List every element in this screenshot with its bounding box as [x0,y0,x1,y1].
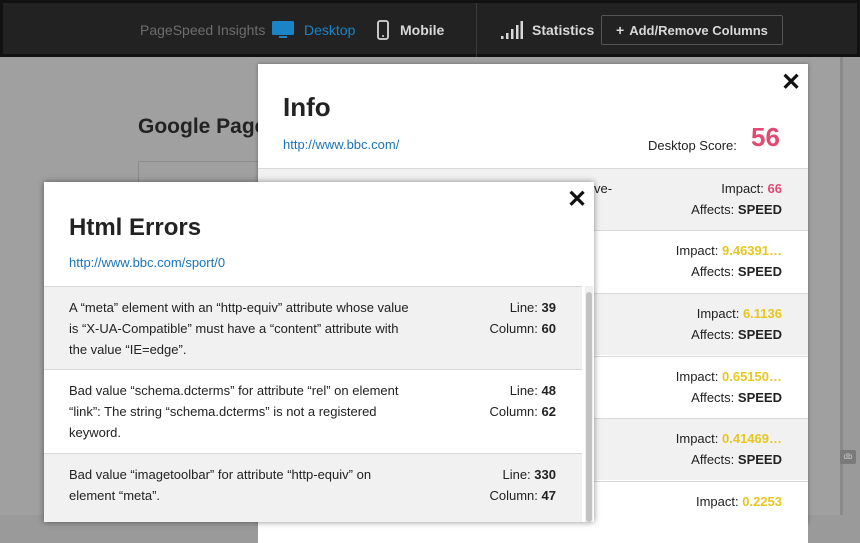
line-value: 48 [541,383,556,398]
errors-close-icon[interactable]: ✕ [567,185,587,214]
desktop-score-label: Desktop Score: [648,138,737,153]
info-title: Info [283,92,331,122]
line-info: Line: 330 [489,464,556,485]
error-location: Line: 39 Column: 60 [489,297,556,339]
desktop-tab-label: Desktop [304,22,356,38]
add-remove-columns-label: Add/Remove Columns [629,22,768,38]
error-location: Line: 330 Column: 47 [489,464,556,506]
impact-label: Impact: [695,494,739,509]
impact-label: Impact: [675,369,719,384]
statistics-button[interactable]: Statistics [501,3,594,57]
error-row: Bad value “schema.dcterms” for attribute… [44,369,582,453]
error-message: Bad value “schema.dcterms” for attribute… [69,383,399,440]
column-value: 62 [541,404,556,419]
line-value: 330 [534,467,556,482]
errors-title: Html Errors [69,214,202,241]
info-row-fragment: ve- [594,181,613,196]
background-title: Google Page [138,115,267,138]
column-label: Column: [489,321,538,336]
affects-label: Affects: [691,264,735,279]
mobile-tab-label: Mobile [400,22,445,38]
impact-value: 66 [767,181,782,196]
html-errors-modal: ✕ Html Errors http://www.bbc.com/sport/0… [44,182,594,522]
top-bar: PageSpeed Insights Desktop Mobile Statis… [0,0,860,57]
impact-value: 6.1136 [742,306,782,321]
error-row: A “meta” element with an “http-equiv” at… [44,286,582,369]
impact-value: 0.41469… [722,431,782,446]
affects-label: Affects: [691,202,735,217]
impact: Impact: 9.46391… [676,243,782,258]
affects: Affects: SPEED [691,202,782,217]
impact: Impact: 0.41469… [676,431,782,446]
impact: Impact: 0.2253 [696,494,782,509]
error-row: Bad value “imagetoolbar” for attribute “… [44,453,582,522]
column-info: Column: 47 [489,485,556,506]
impact-label: Impact: [696,306,740,321]
impact-value: 0.2253 [742,494,782,509]
impact: Impact: 66 [721,181,782,196]
affects-label: Affects: [691,390,735,405]
impact-label: Impact: [675,431,719,446]
affects-label: Affects: [691,452,735,467]
affects: Affects: SPEED [691,452,782,467]
line-label: Line: [509,300,538,315]
column-value: 47 [541,488,556,503]
impact-label: Impact: [675,243,719,258]
line-label: Line: [502,467,531,482]
mobile-tab[interactable]: Mobile [377,3,444,57]
column-value: 60 [541,321,556,336]
line-label: Line: [509,383,538,398]
add-remove-columns-button[interactable]: + Add/Remove Columns [601,15,783,45]
affects-value: SPEED [737,202,782,217]
dropbox-icon: db [840,450,856,464]
errors-url-link[interactable]: http://www.bbc.com/sport/0 [69,255,225,270]
impact-label: Impact: [721,181,764,196]
impact: Impact: 6.1136 [697,306,782,321]
impact: Impact: 0.65150… [676,369,782,384]
desktop-score-value: 56 [751,122,780,152]
impact-value: 0.65150… [722,369,782,384]
brand-label: PageSpeed Insights [140,22,266,38]
signal-bars-icon [501,21,523,39]
plus-icon: + [616,22,625,38]
affects: Affects: SPEED [691,327,782,342]
monitor-icon [272,21,294,38]
affects-label: Affects: [691,327,735,342]
errors-scrollbar[interactable] [585,286,593,522]
line-info: Line: 48 [489,380,556,401]
affects-value: SPEED [737,327,782,342]
column-label: Column: [489,404,538,419]
scrollbar-thumb[interactable] [586,292,592,522]
affects-value: SPEED [737,390,782,405]
affects-value: SPEED [737,264,782,279]
topbar-divider [476,3,477,57]
error-message: A “meta” element with an “http-equiv” at… [69,300,409,357]
statistics-label: Statistics [532,22,595,38]
affects: Affects: SPEED [691,264,782,279]
info-url-link[interactable]: http://www.bbc.com/ [283,137,399,152]
impact-value: 9.46391… [722,243,782,258]
column-label: Column: [489,488,538,503]
desktop-tab[interactable]: Desktop [271,3,355,57]
column-info: Column: 60 [489,318,556,339]
line-info: Line: 39 [489,297,556,318]
error-location: Line: 48 Column: 62 [489,380,556,422]
column-info: Column: 62 [489,401,556,422]
line-value: 39 [541,300,556,315]
affects: Affects: SPEED [691,390,782,405]
info-close-icon[interactable]: ✕ [781,68,801,97]
error-message: Bad value “imagetoolbar” for attribute “… [69,467,372,503]
phone-icon [377,20,389,40]
affects-value: SPEED [737,452,782,467]
